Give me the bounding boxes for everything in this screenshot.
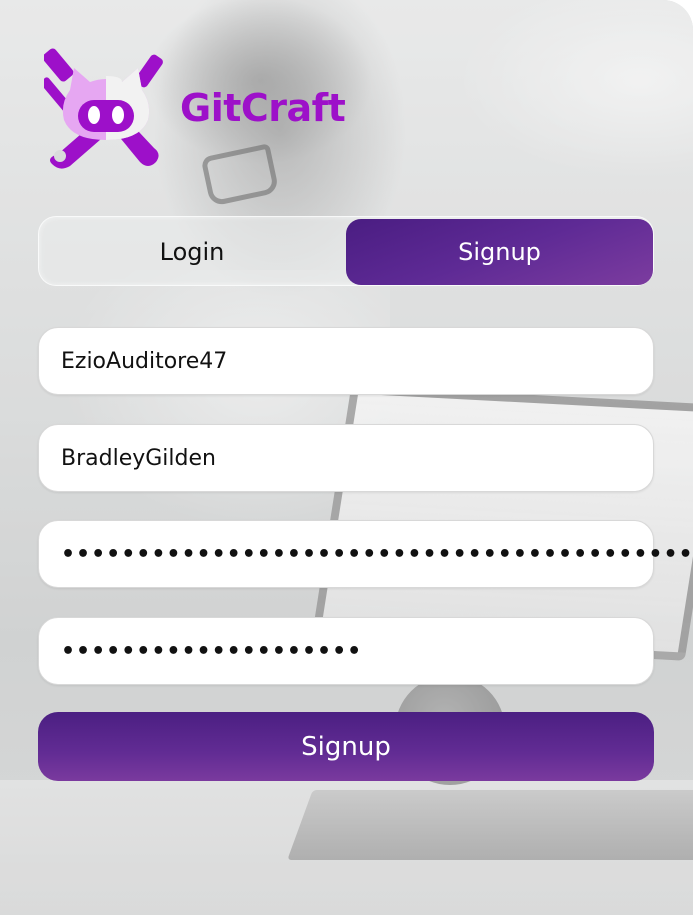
confirm-password-field[interactable]: •••••••••••••••••••• [38, 617, 654, 685]
auth-tabs: Login Signup [38, 216, 654, 286]
name-field[interactable]: BradleyGilden [38, 424, 654, 492]
auth-page: GitCraft Login Signup EzioAuditore47 Bra… [0, 0, 693, 915]
signup-button[interactable]: Signup [38, 712, 654, 781]
password-field[interactable]: ••••••••••••••••••••••••••••••••••••••••… [38, 520, 693, 588]
tab-login[interactable]: Login [39, 219, 345, 285]
username-field[interactable]: EzioAuditore47 [38, 327, 654, 395]
brand-logo: GitCraft [44, 44, 346, 172]
brand-name: GitCraft [180, 86, 346, 130]
gitcraft-logo-icon [44, 44, 168, 172]
tab-signup[interactable]: Signup [346, 219, 653, 285]
